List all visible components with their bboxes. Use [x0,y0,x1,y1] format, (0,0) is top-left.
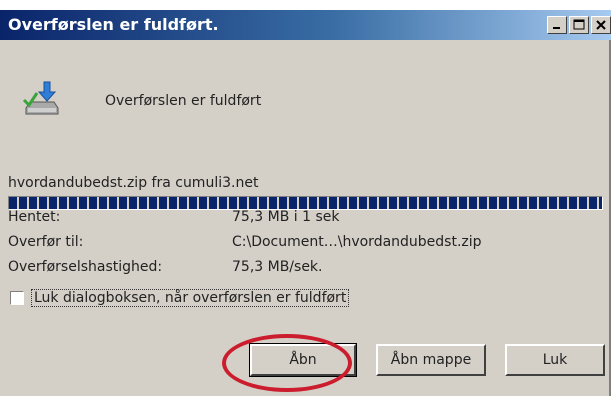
save-to-value: C:\Document…\hvordandubedst.zip [232,234,482,250]
downloaded-value: 75,3 MB i 1 sek [232,209,340,225]
close-dialog-checkbox[interactable] [10,291,24,305]
downloaded-label: Hentet: [8,209,61,225]
close-button[interactable]: Luk [505,344,605,376]
title-bar[interactable]: Overførslen er fuldført. [0,10,611,40]
open-folder-button[interactable]: Åbn mappe [376,344,486,376]
header-message: Overførslen er fuldført [105,93,262,109]
title-bar-buttons [547,16,611,34]
close-dialog-checkbox-label[interactable]: Luk dialogboksen, når overførslen er ful… [31,289,350,307]
maximize-icon[interactable] [569,16,589,34]
open-button[interactable]: Åbn [249,343,357,377]
transfer-rate-label: Overførselshastighed: [8,259,163,275]
download-progress-bar [8,196,603,210]
save-to-label: Overfør til: [8,234,84,250]
file-source-line: hvordandubedst.zip fra cumuli3.net [8,175,259,191]
download-complete-dialog: Overførslen er fuldført. Overførslen er … [0,10,611,396]
close-icon[interactable] [591,16,611,34]
download-complete-icon [20,80,60,120]
progress-fill [9,197,602,209]
minimize-icon[interactable] [547,16,567,34]
transfer-rate-value: 75,3 MB/sek. [232,259,323,275]
window-title: Overførslen er fuldført. [8,15,219,34]
